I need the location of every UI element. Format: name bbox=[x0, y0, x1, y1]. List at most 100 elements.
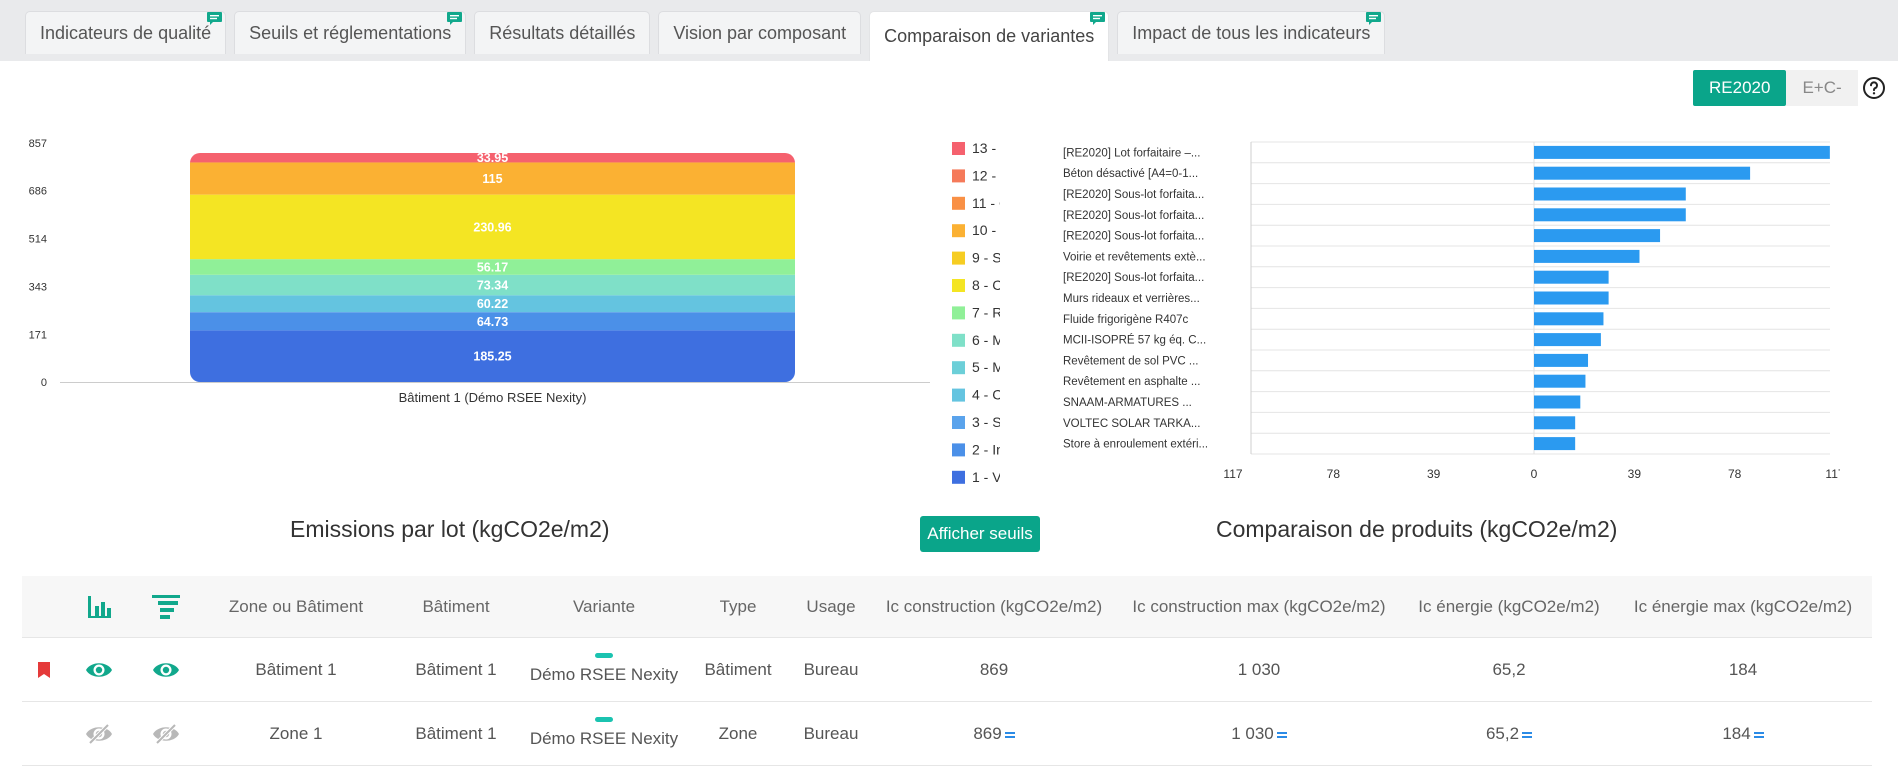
variant-color-pill bbox=[594, 716, 613, 722]
category-label: [RE2020] Sous-lot forfaita... bbox=[1063, 189, 1204, 201]
product-bar bbox=[1534, 187, 1686, 201]
cell-variante: Démo RSEE Nexity bbox=[520, 652, 688, 685]
legend-label: 4 - Couv bbox=[972, 387, 1000, 403]
chart-visibility bbox=[66, 723, 132, 745]
category-label: [RE2020] Sous-lot forfaita... bbox=[1063, 210, 1204, 222]
variants-table: Zone ou Bâtiment Bâtiment Variante Type … bbox=[22, 576, 1872, 766]
cell-usage: Bureau bbox=[803, 659, 859, 679]
table-row[interactable]: Zone 1 Bâtiment 1 Démo RSEE Nexity Zone … bbox=[22, 702, 1872, 766]
tab-label: Impact de tous les indicateurs bbox=[1132, 22, 1371, 43]
header-ic-construction-max[interactable]: Ic construction max (kgCO2e/m2) bbox=[1114, 597, 1404, 617]
category-label: Store à enroulement extéri... bbox=[1063, 439, 1208, 451]
category-label: VOLTEC SOLAR TARKA... bbox=[1063, 418, 1200, 430]
eye-icon[interactable] bbox=[152, 660, 180, 680]
product-bar bbox=[1534, 166, 1751, 180]
data-label: 185.25 bbox=[473, 350, 511, 364]
product-bar bbox=[1534, 312, 1604, 326]
category-label: Revêtement en asphalte ... bbox=[1063, 376, 1200, 388]
variant-text: Démo RSEE Nexity bbox=[529, 664, 679, 684]
eye-off-icon[interactable] bbox=[152, 723, 180, 745]
tab-comparaison-variantes[interactable]: Comparaison de variantes bbox=[869, 11, 1110, 61]
cell-ic-construction: 869 bbox=[874, 724, 1114, 744]
legend-label: 8 - CVC bbox=[972, 277, 1000, 293]
x-category-label: Bâtiment 1 (Démo RSEE Nexity) bbox=[399, 390, 587, 405]
products-visibility bbox=[132, 723, 200, 745]
table-row[interactable]: Bâtiment 1 Bâtiment 1 Démo RSEE Nexity B… bbox=[22, 638, 1872, 702]
legend-swatch bbox=[952, 416, 965, 429]
header-ic-energie-max[interactable]: Ic énergie max (kgCO2e/m2) bbox=[1614, 597, 1872, 617]
equal-icon bbox=[1753, 730, 1764, 738]
comment-icon bbox=[447, 12, 463, 25]
legend-swatch bbox=[952, 388, 965, 402]
product-bar bbox=[1534, 395, 1581, 409]
products-visibility bbox=[132, 660, 200, 680]
x-tick-label: 0 bbox=[1531, 467, 1538, 481]
tab-list: Indicateurs de qualité Seuils et régleme… bbox=[25, 11, 1386, 61]
header-ic-energie[interactable]: Ic énergie (kgCO2e/m2) bbox=[1404, 597, 1614, 617]
tab-resultats-detailles[interactable]: Résultats détaillés bbox=[474, 11, 651, 54]
value-text: 1 030 bbox=[1231, 723, 1274, 743]
tab-label: Indicateurs de qualité bbox=[40, 22, 212, 43]
eye-off-icon[interactable] bbox=[85, 723, 113, 745]
help-icon[interactable] bbox=[1862, 76, 1886, 100]
header-variante[interactable]: Variante bbox=[520, 597, 688, 617]
tab-impact-indicateurs[interactable]: Impact de tous les indicateurs bbox=[1117, 11, 1386, 54]
header-type[interactable]: Type bbox=[688, 597, 788, 617]
cell-variante: Démo RSEE Nexity bbox=[520, 716, 688, 749]
header-products-col bbox=[132, 594, 200, 619]
tab-vision-composant[interactable]: Vision par composant bbox=[658, 11, 862, 54]
y-tick-label: 514 bbox=[29, 234, 47, 246]
re2020-toggle-button[interactable]: RE2020 bbox=[1693, 70, 1787, 106]
tab-label: Résultats détaillés bbox=[489, 22, 636, 43]
category-label: [RE2020] Sous-lot forfaita... bbox=[1063, 272, 1204, 284]
cell-type: Zone bbox=[718, 723, 758, 743]
y-tick-label: 857 bbox=[29, 138, 47, 150]
data-label: 230.96 bbox=[473, 220, 511, 234]
tab-indicateurs-qualite[interactable]: Indicateurs de qualité bbox=[25, 11, 227, 54]
data-label: 33.95 bbox=[477, 151, 508, 165]
variant-color-pill bbox=[594, 652, 613, 658]
x-tick-label: 39 bbox=[1628, 467, 1642, 481]
cell-zone: Bâtiment 1 bbox=[255, 659, 337, 679]
emissions-stacked-chart: 0 171 343 514 686 857 185.25 64.73 60.22 73.34 56.… bbox=[29, 138, 1000, 485]
legend-label: 5 - MENIN bbox=[972, 359, 1000, 375]
variant-text: Démo RSEE Nexity bbox=[529, 728, 679, 748]
row-marker bbox=[22, 661, 66, 679]
ec-toggle-button[interactable]: E+C- bbox=[1786, 70, 1858, 106]
x-tick-label: 117 bbox=[1223, 467, 1242, 481]
data-label: 56.17 bbox=[477, 260, 508, 274]
cell-zone: Zone 1 bbox=[269, 723, 323, 743]
cell-ic-construction: 869 bbox=[979, 659, 1009, 679]
cell-type: Bâtiment bbox=[704, 659, 772, 679]
category-label: Revêtement de sol PVC ... bbox=[1063, 355, 1199, 367]
header-ic-construction[interactable]: Ic construction (kgCO2e/m2) bbox=[874, 597, 1114, 617]
header-batiment[interactable]: Bâtiment bbox=[392, 597, 520, 617]
category-label: Béton désactivé [A4=0-1... bbox=[1063, 168, 1198, 180]
legend-swatch bbox=[952, 251, 965, 265]
legend-swatch bbox=[952, 361, 965, 375]
equal-icon bbox=[1004, 730, 1015, 738]
tab-seuils-reglementations[interactable]: Seuils et réglementations bbox=[234, 11, 467, 54]
header-zone[interactable]: Zone ou Bâtiment bbox=[200, 597, 392, 617]
legend-swatch bbox=[952, 306, 965, 320]
horizontal-bars-icon bbox=[152, 594, 180, 619]
legend-label: 9 - Sanit bbox=[972, 250, 1000, 266]
category-label: MCII-ISOPRÉ 57 kg éq. C... bbox=[1063, 334, 1206, 347]
legend-label: 7 - Revet bbox=[972, 304, 1000, 320]
cell-ic-energie: 65,2 bbox=[1492, 659, 1526, 679]
data-label: 73.34 bbox=[477, 279, 508, 293]
header-usage[interactable]: Usage bbox=[788, 597, 874, 617]
product-bar bbox=[1534, 437, 1576, 451]
cell-ic-energie: 65,2 bbox=[1404, 724, 1614, 744]
tab-label: Vision par composant bbox=[673, 22, 847, 43]
eye-icon[interactable] bbox=[85, 660, 113, 680]
legend-label: 6 - MENEX bbox=[972, 332, 1000, 348]
y-tick-label: 171 bbox=[29, 329, 47, 341]
bookmark-icon[interactable] bbox=[37, 661, 51, 679]
equal-icon bbox=[1276, 730, 1287, 738]
category-label: Murs rideaux et verrières... bbox=[1063, 293, 1200, 305]
variant-label: Démo RSEE Nexity bbox=[529, 716, 679, 749]
legend-label: 10 - CFO bbox=[972, 222, 1000, 238]
product-bar bbox=[1534, 291, 1609, 305]
afficher-seuils-button[interactable]: Afficher seuils bbox=[920, 516, 1040, 552]
